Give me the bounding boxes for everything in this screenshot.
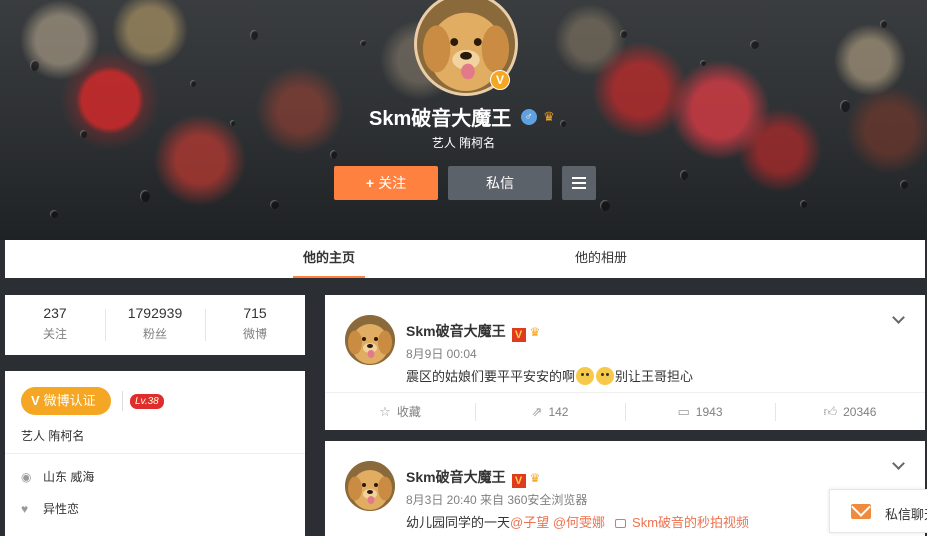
post-time[interactable]: 8月9日 00:04: [406, 345, 477, 362]
chevron-down-icon[interactable]: [892, 457, 905, 470]
post-author[interactable]: Skm破音大魔王 V ♛: [406, 467, 540, 488]
stat-label: 微博: [242, 327, 267, 341]
stat-label: 粉丝: [142, 327, 167, 341]
chat-label: 私信聊天: [885, 507, 927, 522]
more-menu-button[interactable]: [562, 166, 596, 200]
feed-card: Skm破音大魔王 V ♛ 8月9日 00:04 震区的姑娘们要平平安安的啊 别让王哥担…: [325, 295, 925, 430]
verification-description: 艺人 陏柯名: [21, 429, 85, 443]
stat-followers[interactable]: 1792939 粉丝: [105, 305, 205, 342]
mail-icon: [851, 504, 871, 519]
mention-link[interactable]: @何雯娜: [553, 515, 605, 530]
level-badge[interactable]: Lv.38: [130, 394, 164, 409]
verified-v-icon: V: [31, 393, 40, 408]
weibo-verified-badge[interactable]: V 微博认证: [21, 387, 111, 415]
repost-button[interactable]: ⇗ 142: [475, 393, 625, 431]
video-icon: [615, 519, 627, 528]
dog-avatar-image: [345, 315, 395, 365]
comment-button[interactable]: ▭ 1943: [625, 393, 775, 431]
location-text: 山东 威海: [43, 470, 95, 484]
follow-button[interactable]: + 关注: [334, 166, 438, 200]
stat-value: 715: [243, 305, 267, 321]
favorite-label: 收藏: [396, 405, 421, 419]
crown-icon: ♛: [529, 325, 541, 339]
hamburger-icon: [572, 177, 586, 189]
post-text: 幼儿园同学的一天@子望 @何雯娜 Skm破音的秒拍视频: [406, 512, 749, 531]
stat-label: 关注: [42, 327, 67, 341]
stat-value: 1792939: [127, 305, 183, 321]
relationship-row: ♥ 异性恋: [21, 500, 79, 517]
private-chat-button[interactable]: 私信聊天: [829, 489, 927, 533]
heart-icon: ♥: [21, 502, 29, 516]
male-icon: ♂: [520, 108, 537, 125]
chevron-down-icon[interactable]: [892, 311, 905, 324]
stat-value: 237: [43, 305, 67, 321]
tab-home[interactable]: 他的主页: [293, 240, 366, 278]
dog-avatar-image: [345, 461, 395, 511]
verify-label: 微博认证: [43, 393, 96, 408]
profile-name: Skm破音大魔王: [369, 108, 512, 130]
profile-subtitle: 艺人 陏柯名: [431, 136, 496, 150]
repost-count: 142: [548, 405, 569, 419]
post-text: 震区的姑娘们要平平安安的啊 别让王哥担心: [406, 366, 693, 385]
stats-panel: 237 关注 1792939 粉丝 715 微博: [5, 295, 305, 355]
divider: [5, 453, 305, 454]
star-icon: ☆: [379, 404, 391, 419]
like-button[interactable]: 👍︎ 20346: [775, 393, 925, 431]
location-row: ◉ 山东 威海: [21, 468, 94, 485]
post-text-part: 幼儿园同学的一天: [406, 515, 511, 530]
post-author-avatar[interactable]: [345, 315, 395, 365]
mention-link[interactable]: @子望: [510, 515, 549, 530]
post-author-avatar[interactable]: [345, 461, 395, 511]
message-button[interactable]: 私信: [448, 166, 552, 200]
post-time[interactable]: 8月3日 20:40 来自 360安全浏览器: [406, 491, 587, 508]
comment-count: 1943: [695, 405, 723, 419]
favorite-button[interactable]: ☆ 收藏: [325, 393, 475, 431]
worried-emoji-icon: [576, 367, 595, 385]
post-author[interactable]: Skm破音大魔王 V ♛: [406, 321, 540, 342]
follow-label: 关注: [378, 175, 407, 191]
post-text-part: 震区的姑娘们要平平安安的啊: [406, 369, 576, 384]
tab-album[interactable]: 他的相册: [575, 240, 627, 278]
crown-icon: ♛: [529, 471, 541, 485]
profile-info-panel: V 微博认证 Lv.38 艺人 陏柯名 ◉ 山东 威海 ♥ 异性恋: [5, 371, 305, 536]
verified-badge-icon: V: [490, 70, 510, 90]
plus-icon: +: [365, 175, 375, 191]
verified-v-icon: V: [511, 328, 526, 342]
like-count: 20346: [843, 405, 877, 419]
stat-following[interactable]: 237 关注: [5, 305, 105, 342]
post-author-name: Skm破音大魔王: [406, 323, 506, 339]
worried-emoji-icon: [596, 367, 615, 385]
crown-icon[interactable]: ♛: [540, 109, 558, 125]
divider: [122, 391, 123, 411]
stat-posts[interactable]: 715 微博: [205, 305, 305, 342]
location-pin-icon: ◉: [21, 470, 32, 484]
verified-v-icon: V: [511, 474, 526, 488]
thumbs-up-icon: 👍︎: [823, 404, 838, 419]
video-link[interactable]: Skm破音的秒拍视频: [632, 515, 749, 530]
post-text-part: 别让王哥担心: [615, 369, 694, 384]
profile-tabs: 他的主页 他的相册: [5, 240, 925, 278]
comment-icon: ▭: [677, 404, 690, 419]
relationship-text: 异性恋: [43, 502, 80, 516]
post-author-name: Skm破音大魔王: [406, 469, 506, 485]
repost-icon: ⇗: [531, 404, 543, 419]
post-actions: ☆ 收藏 ⇗ 142 ▭ 1943 👍︎ 20346: [325, 392, 925, 430]
profile-cover: V Skm破音大魔王 ♂ ♛ 艺人 陏柯名 + 关注 私信: [0, 0, 927, 240]
